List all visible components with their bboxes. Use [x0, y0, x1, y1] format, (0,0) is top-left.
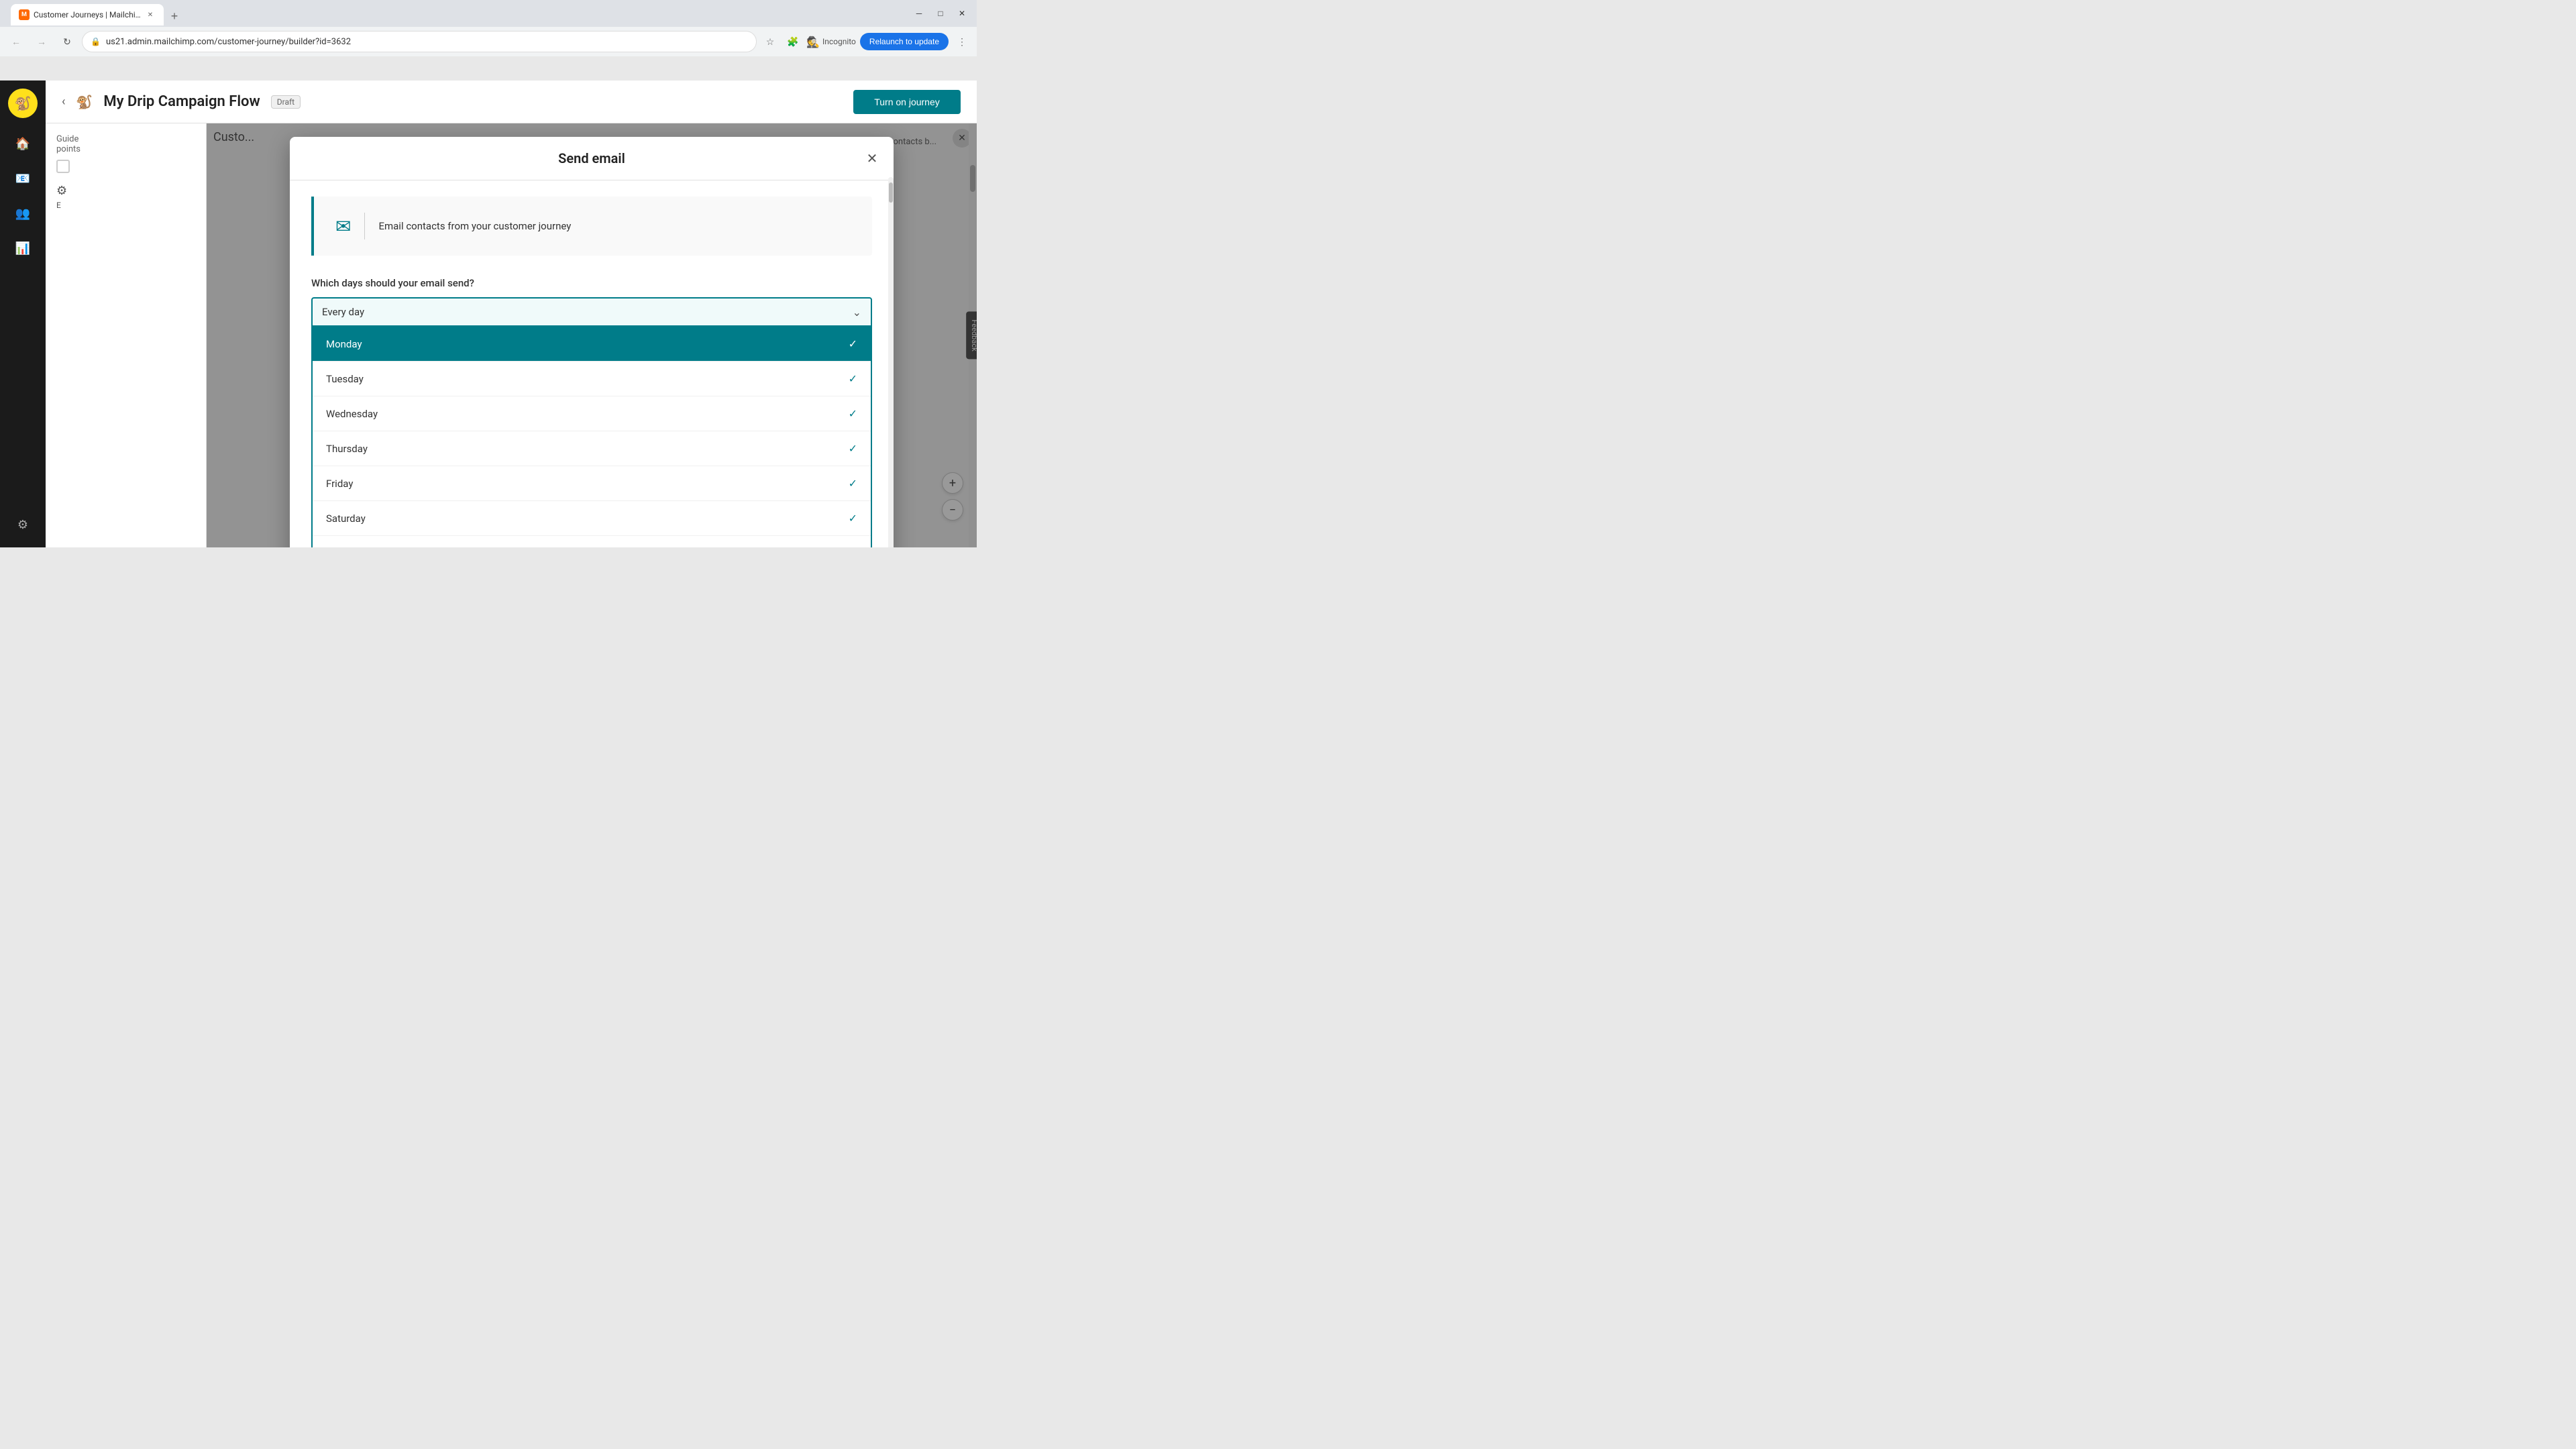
- modal-body: ✉ Email contacts from your customer jour…: [290, 180, 894, 547]
- page-background: 🐒 🏠 📧 👥 📊 ⚙ ‹ 🐒 My Drip Campaign Flow Dr…: [0, 80, 977, 547]
- refresh-button[interactable]: ↻: [56, 31, 78, 52]
- form-section: Which days should your email send? Every…: [290, 272, 894, 547]
- dropdown-item-friday[interactable]: Friday ✓: [313, 466, 871, 501]
- modal-scrollbar-thumb: [889, 182, 893, 203]
- sunday-check-icon: ✓: [849, 547, 857, 548]
- top-bar: ‹ 🐒 My Drip Campaign Flow Draft Turn on …: [46, 80, 977, 123]
- chevron-down-icon: ⌄: [853, 306, 861, 319]
- thursday-label: Thursday: [326, 443, 368, 455]
- friday-check-icon: ✓: [849, 477, 857, 490]
- dropdown-item-saturday[interactable]: Saturday ✓: [313, 501, 871, 536]
- new-tab-button[interactable]: +: [165, 7, 184, 25]
- dropdown-item-wednesday[interactable]: Wednesday ✓: [313, 396, 871, 431]
- days-dropdown-trigger[interactable]: Every day ⌄: [311, 297, 872, 327]
- content-area: Guidepoints ⚙ E ✕ Feedback + −: [46, 123, 977, 547]
- panel-guide-text: Guidepoints: [56, 134, 195, 154]
- tab-title: Customer Journeys | Mailchimp: [34, 10, 141, 19]
- incognito-label: Incognito: [822, 37, 856, 46]
- monday-label: Monday: [326, 338, 362, 350]
- dropdown-item-thursday[interactable]: Thursday ✓: [313, 431, 871, 466]
- dropdown-item-sunday[interactable]: Sunday ✓: [313, 536, 871, 547]
- sidebar-item-audience[interactable]: 👥: [8, 199, 38, 228]
- address-bar[interactable]: 🔒 us21.admin.mailchimp.com/customer-jour…: [82, 31, 757, 52]
- close-button[interactable]: ✕: [953, 4, 971, 23]
- dropdown-selected-value: Every day: [322, 306, 364, 318]
- journey-canvas: ✕ Feedback + − contacts b... Custo...: [207, 123, 977, 547]
- mailchimp-logo[interactable]: 🐒: [8, 89, 38, 118]
- wednesday-check-icon: ✓: [849, 407, 857, 420]
- tab-close-button[interactable]: ✕: [145, 9, 156, 20]
- bookmark-button[interactable]: ☆: [761, 32, 780, 51]
- monday-check-icon: ✓: [849, 337, 857, 350]
- email-banner: ✉ Email contacts from your customer jour…: [311, 197, 872, 256]
- sidebar-item-campaigns[interactable]: 📧: [8, 164, 38, 193]
- maximize-button[interactable]: □: [931, 4, 950, 23]
- campaign-title: My Drip Campaign Flow: [103, 93, 260, 110]
- forward-button[interactable]: →: [31, 31, 52, 52]
- thursday-check-icon: ✓: [849, 442, 857, 455]
- mailchimp-sidebar: 🐒 🏠 📧 👥 📊 ⚙: [0, 80, 46, 547]
- tab-bar: M Customer Journeys | Mailchimp ✕ +: [5, 1, 189, 25]
- wednesday-label: Wednesday: [326, 408, 378, 420]
- friday-label: Friday: [326, 478, 353, 490]
- incognito-indicator: 🕵 Incognito: [806, 36, 856, 48]
- relaunch-button[interactable]: Relaunch to update: [860, 33, 949, 50]
- left-panel: Guidepoints ⚙ E: [46, 123, 207, 547]
- browser-tab-active[interactable]: M Customer Journeys | Mailchimp ✕: [11, 4, 164, 25]
- main-content: ‹ 🐒 My Drip Campaign Flow Draft Turn on …: [46, 80, 977, 547]
- tab-favicon: M: [19, 9, 30, 20]
- dropdown-item-tuesday[interactable]: Tuesday ✓: [313, 362, 871, 396]
- email-description: Email contacts from your customer journe…: [378, 220, 571, 232]
- days-label: Which days should your email send?: [311, 277, 872, 289]
- extensions-button[interactable]: 🧩: [784, 32, 802, 51]
- sidebar-item-reports[interactable]: 📊: [8, 233, 38, 263]
- tuesday-check-icon: ✓: [849, 372, 857, 385]
- days-dropdown-list: Monday ✓ Tuesday ✓ Wednesd: [311, 327, 872, 547]
- publish-button[interactable]: Turn on journey: [853, 90, 961, 114]
- back-button[interactable]: ←: [5, 31, 27, 52]
- panel-checkbox[interactable]: [56, 160, 70, 173]
- modal-scrollbar[interactable]: [888, 177, 894, 547]
- panel-gear-icon[interactable]: ⚙: [56, 184, 195, 198]
- saturday-label: Saturday: [326, 513, 366, 525]
- modal-header: Send email ✕: [290, 137, 894, 180]
- modal-close-button[interactable]: ✕: [861, 148, 883, 169]
- draft-badge: Draft: [271, 95, 301, 109]
- saturday-check-icon: ✓: [849, 512, 857, 525]
- back-arrow[interactable]: ‹: [62, 95, 65, 109]
- dropdown-container: Every day ⌄ Monday ✓: [311, 297, 872, 547]
- email-icon: ✉: [335, 215, 351, 237]
- window-controls: ─ □ ✕: [910, 4, 971, 23]
- browser-titlebar: M Customer Journeys | Mailchimp ✕ + ─ □ …: [0, 0, 977, 27]
- sidebar-item-settings[interactable]: ⚙: [8, 510, 38, 539]
- send-email-modal: Send email ✕ ✉ Email contacts from your …: [290, 137, 894, 547]
- dropdown-item-monday[interactable]: Monday ✓: [313, 327, 871, 362]
- browser-toolbar: ← → ↻ 🔒 us21.admin.mailchimp.com/custome…: [0, 27, 977, 56]
- tuesday-label: Tuesday: [326, 373, 364, 385]
- browser-chrome: M Customer Journeys | Mailchimp ✕ + ─ □ …: [0, 0, 977, 56]
- sidebar-item-home[interactable]: 🏠: [8, 129, 38, 158]
- minimize-button[interactable]: ─: [910, 4, 928, 23]
- url-text: us21.admin.mailchimp.com/customer-journe…: [106, 37, 748, 47]
- panel-label: E: [56, 201, 195, 210]
- browser-menu-button[interactable]: ⋮: [953, 32, 971, 51]
- modal-overlay: Send email ✕ ✉ Email contacts from your …: [207, 123, 977, 547]
- modal-title: Send email: [558, 150, 625, 166]
